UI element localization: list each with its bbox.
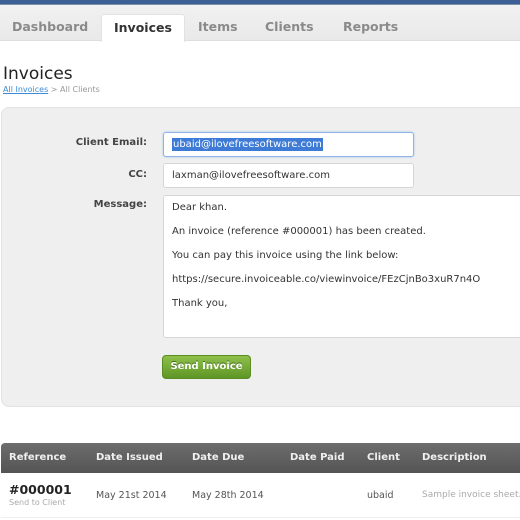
table-header: Reference Date Issued Date Due Date Paid… (1, 443, 520, 473)
message-line: You can pay this invoice using the link … (172, 250, 399, 261)
message-line: An invoice (reference #000001) has been … (172, 226, 426, 237)
column-header-date-due[interactable]: Date Due (192, 452, 244, 463)
client-name: ubaid (367, 490, 394, 501)
page-title: Invoices (3, 64, 73, 84)
breadcrumb-current: All Clients (60, 85, 100, 94)
message-label: Message: (93, 199, 147, 210)
client-email-value: ubaid@ilovefreesoftware.com (172, 138, 323, 151)
message-line: Thank you, (172, 298, 228, 309)
tab-clients[interactable]: Clients (253, 14, 326, 41)
date-issued: May 21st 2014 (96, 490, 167, 501)
tab-reports[interactable]: Reports (331, 14, 410, 41)
cc-label: CC: (128, 169, 147, 180)
breadcrumb-all-invoices-link[interactable]: All Invoices (3, 85, 48, 94)
breadcrumb-separator: > (50, 85, 58, 94)
breadcrumb: All Invoices > All Clients (3, 85, 100, 94)
column-header-reference[interactable]: Reference (9, 452, 66, 463)
cc-field[interactable]: laxman@ilovefreesoftware.com (163, 163, 414, 188)
column-header-client[interactable]: Client (367, 452, 400, 463)
column-header-description[interactable]: Description (422, 452, 487, 463)
tab-invoices[interactable]: Invoices (101, 14, 185, 42)
tab-dashboard[interactable]: Dashboard (0, 14, 100, 41)
column-header-date-paid[interactable]: Date Paid (290, 452, 345, 463)
client-email-field[interactable]: ubaid@ilovefreesoftware.com (163, 132, 414, 157)
send-invoice-button[interactable]: Send Invoice (162, 355, 251, 379)
main-nav: Dashboard Invoices Items Clients Reports (0, 5, 520, 42)
tab-items[interactable]: Items (186, 14, 250, 41)
invoice-table: Reference Date Issued Date Due Date Paid… (1, 443, 520, 518)
invoice-description: Sample invoice sheet. To (422, 490, 520, 500)
date-due: May 28th 2014 (192, 490, 264, 501)
message-line: https://secure.invoiceable.co/viewinvoic… (172, 274, 481, 285)
column-header-date-issued[interactable]: Date Issued (96, 452, 163, 463)
message-textarea[interactable]: Dear khan. An invoice (reference #000001… (163, 195, 520, 338)
client-email-label: Client Email: (75, 137, 147, 148)
message-line: Dear khan. (172, 202, 228, 213)
table-row[interactable]: #000001 Send to Client May 21st 2014 May… (1, 473, 520, 518)
send-to-client-link[interactable]: Send to Client (9, 498, 65, 507)
invoice-reference[interactable]: #000001 (9, 482, 72, 497)
